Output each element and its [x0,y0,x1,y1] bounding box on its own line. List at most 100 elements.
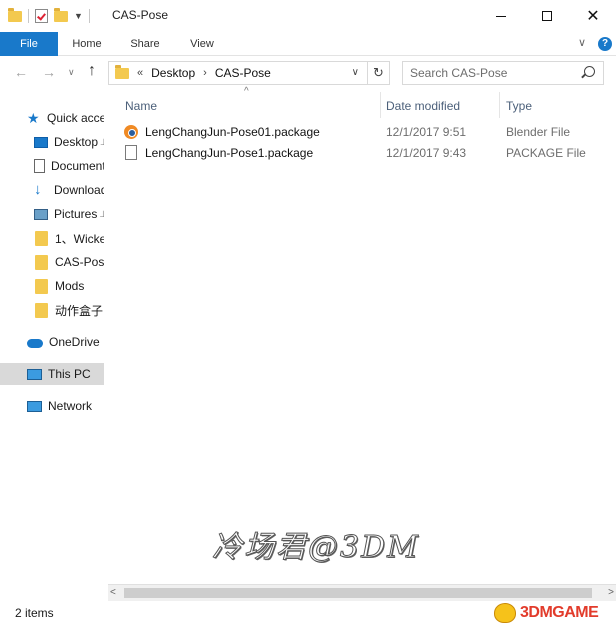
site-logo: 3DMGAME [494,601,616,625]
sidebar-item-label: Documents [51,159,104,173]
sidebar-item-mods[interactable]: Mods [0,275,104,297]
window-title: CAS-Pose [112,8,169,22]
folder-icon [35,278,48,294]
sidebar-item-desktop[interactable]: Desktop ⊥ [0,131,104,153]
minimize-button[interactable] [478,0,524,32]
star-icon: ★ [27,110,40,126]
column-divider[interactable] [380,92,381,118]
folder-icon [115,64,129,79]
close-icon: ✕ [586,8,600,25]
file-list: ^ Name Date modified Type LengChangJun-P… [104,86,616,584]
toolbar-separator [88,9,90,23]
sidebar-item-label: 动作盒子 [55,303,104,318]
sidebar-item-label: Network [48,399,93,413]
address-history-chevron-icon[interactable]: ∨ [352,67,359,78]
search-input[interactable] [403,62,573,84]
column-divider[interactable] [499,92,500,118]
properties-icon[interactable] [35,9,48,23]
downloads-icon: ↓ [34,181,42,198]
sidebar-item-label: Pictures [54,207,98,221]
breadcrumb-desktop[interactable]: Desktop [151,66,195,80]
status-bar: 2 items 3DMGAME [0,601,616,625]
table-row[interactable]: LengChangJun-Pose01.package 12/1/2017 9:… [124,121,614,142]
sidebar-item-label: Mods [55,279,85,293]
sort-indicator-icon: ^ [244,86,249,97]
column-header-type[interactable]: Type [506,93,532,119]
watermark: 冷场君@3DM [212,530,420,566]
sidebar-item-cas-pose[interactable]: CAS-Pose [0,251,104,273]
sidebar-item-onedrive[interactable]: OneDrive [0,331,104,353]
sidebar-item-action-box[interactable]: 动作盒子 [0,299,104,321]
sidebar-item-network[interactable]: Network [0,395,104,417]
blender-file-icon [124,124,138,139]
navigation-row: ← → ∨ ↑ « Desktop › CAS-Pose ∨ ↻ [0,56,616,90]
recent-locations-chevron-icon[interactable]: ∨ [68,67,75,78]
navigation-pane: ★ Quick access Desktop ⊥ Documents ⊥ ↓ D… [0,90,104,584]
horizontal-scrollbar[interactable]: < > [108,584,616,601]
maximize-button[interactable] [524,0,570,32]
sidebar-item-label: This PC [48,367,91,381]
search-box[interactable] [402,61,604,85]
customize-toolbar-icon[interactable]: ▼ [74,11,83,21]
desktop-icon [34,136,48,148]
minimize-icon [496,15,506,17]
sidebar-item-label: Desktop [54,135,99,149]
search-icon[interactable] [584,66,595,77]
scroll-left-icon[interactable]: < [110,587,116,598]
computer-icon [27,368,42,380]
sidebar-item-label: OneDrive [49,335,100,349]
file-name: LengChangJun-Pose01.package [145,124,320,139]
breadcrumb-overflow-icon[interactable]: « [137,67,143,79]
column-header-name[interactable]: Name [125,93,157,119]
pictures-icon [34,208,48,220]
toolbar-separator [28,9,29,23]
tab-view[interactable]: View [174,32,230,56]
folder-icon [35,302,48,318]
file-name: LengChangJun-Pose1.package [145,145,314,160]
column-header-date-modified[interactable]: Date modified [386,93,460,119]
tab-home[interactable]: Home [58,32,116,56]
tab-share[interactable]: Share [116,32,174,56]
sidebar-item-downloads[interactable]: ↓ Downloads ⊥ [0,179,104,201]
folder-icon[interactable] [8,7,22,22]
generic-file-icon [125,145,137,160]
onedrive-icon [27,339,43,348]
file-type: PACKAGE File [506,145,586,160]
sidebar-item-label: Downloads [54,183,104,197]
tab-file[interactable]: File [0,32,58,56]
file-name-cell: LengChangJun-Pose01.package [124,124,386,139]
file-date: 12/1/2017 9:51 [386,124,467,139]
help-icon[interactable]: ? [598,37,612,51]
expand-ribbon-icon[interactable]: ∨ [578,36,586,49]
ribbon-tabs: File Home Share View ∨ ? [0,32,616,56]
breadcrumb-cas-pose[interactable]: CAS-Pose [215,66,271,80]
new-folder-icon[interactable] [54,7,68,22]
close-button[interactable]: ✕ [570,0,616,32]
sidebar-item-this-pc[interactable]: This PC [0,363,104,385]
sidebar-item-label: CAS-Pose [55,255,104,269]
logo-text: 3DMGAME [520,604,599,621]
network-icon [27,400,42,412]
sidebar-item-documents[interactable]: Documents ⊥ [0,155,104,177]
sidebar-item-label: Quick access [47,111,104,125]
mascot-icon [494,603,516,623]
title-bar: ▼ CAS-Pose ✕ [0,0,616,32]
file-name-cell: LengChangJun-Pose1.package [124,145,386,160]
sidebar-item-pictures[interactable]: Pictures ⊥ [0,203,104,225]
up-arrow-icon[interactable]: ↑ [88,62,96,80]
forward-arrow-icon[interactable]: → [42,64,56,80]
scrollbar-thumb[interactable] [124,588,592,598]
file-date: 12/1/2017 9:43 [386,145,467,160]
address-bar[interactable]: « Desktop › CAS-Pose ∨ ↻ [108,61,390,85]
sidebar-item-label: 1、Wicked [55,231,104,246]
sidebar-item-wicked[interactable]: 1、Wicked [0,227,104,249]
quick-access-toolbar: ▼ [8,6,90,26]
back-arrow-icon[interactable]: ← [14,64,28,80]
folder-icon [35,230,48,246]
refresh-icon[interactable]: ↻ [367,62,389,84]
table-row[interactable]: LengChangJun-Pose1.package 12/1/2017 9:4… [124,142,614,163]
breadcrumb-separator-icon[interactable]: › [203,67,207,79]
documents-icon [34,159,45,173]
scroll-right-icon[interactable]: > [608,587,614,598]
sidebar-item-quick-access[interactable]: ★ Quick access [0,107,104,129]
